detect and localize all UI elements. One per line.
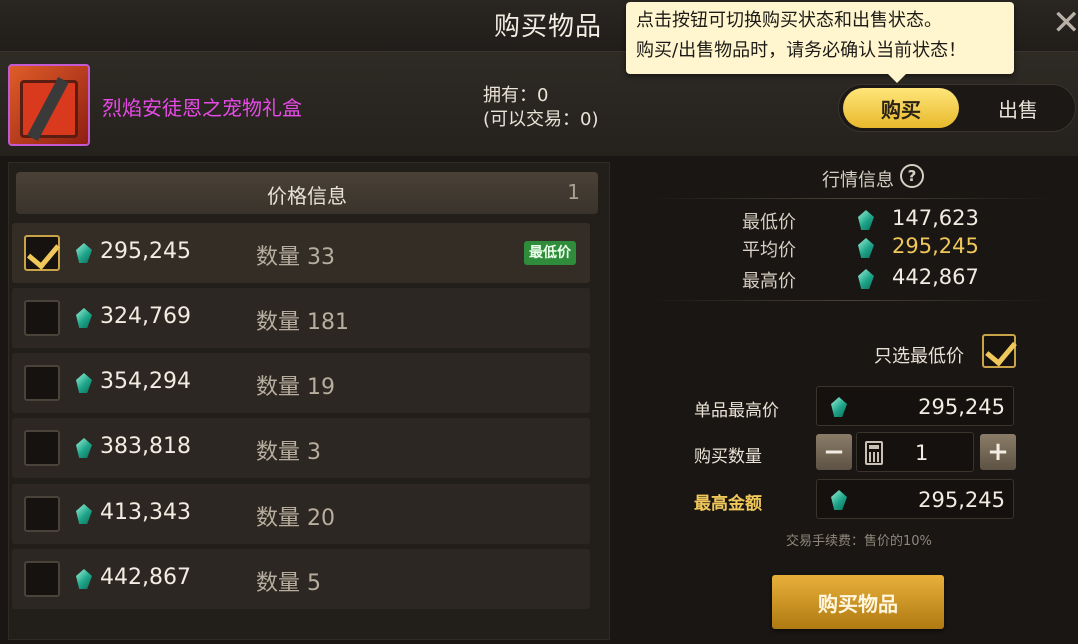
only-lowest-label: 只选最低价 [874, 346, 964, 367]
listing-price: 413,343 [100, 500, 191, 525]
listing-row[interactable]: 295,245 数量 33 最低价 [12, 223, 590, 283]
gem-icon [858, 269, 874, 289]
listing-row[interactable]: 383,818 数量 3 [12, 418, 590, 478]
listing-price: 383,818 [100, 434, 191, 459]
listing-row[interactable]: 354,294 数量 19 [12, 353, 590, 413]
min-price-value: 147,623 [892, 206, 979, 230]
unit-max-price-label: 单品最高价 [694, 401, 779, 421]
gem-icon [76, 438, 92, 458]
avg-price-value: 295,245 [892, 234, 979, 258]
listing-qty: 数量 19 [256, 375, 335, 400]
max-price-label: 最高价 [742, 271, 796, 292]
window-title: 购买物品 [494, 12, 603, 42]
owned-label: 拥有：0 [483, 85, 549, 106]
tooltip-line-1: 点击按钮可切换购买状态和出售状态。 [636, 10, 942, 31]
gem-icon [858, 238, 874, 258]
listing-qty: 数量 33 [256, 245, 335, 270]
price-list-title: 价格信息 [267, 184, 347, 208]
listing-qty: 数量 20 [256, 506, 335, 531]
gem-icon [76, 373, 92, 393]
listing-checkbox[interactable] [24, 561, 60, 597]
unit-max-price-value: 295,245 [918, 395, 1005, 419]
divider [648, 300, 1054, 301]
quantity-plus-button[interactable]: + [980, 434, 1016, 470]
close-icon[interactable]: ✕ [1052, 6, 1078, 40]
buy-mode-button[interactable]: 购买 [843, 88, 959, 128]
listing-qty: 数量 181 [256, 310, 349, 335]
gem-icon [76, 308, 92, 328]
price-list-header: 价格信息 1 [16, 172, 598, 214]
gem-icon [76, 504, 92, 524]
quantity-minus-button[interactable]: − [816, 434, 852, 470]
listing-checkbox[interactable] [24, 496, 60, 532]
gem-icon [76, 569, 92, 589]
page-number: 1 [567, 180, 580, 204]
market-info-title: 行情信息 [822, 170, 894, 191]
quantity-label: 购买数量 [694, 447, 762, 467]
quantity-field[interactable]: 1 [856, 432, 974, 472]
sell-mode-button[interactable]: 出售 [963, 88, 1073, 128]
lowest-price-badge: 最低价 [524, 241, 576, 265]
buy-sell-toggle: 购买 出售 [838, 84, 1076, 132]
quantity-value: 1 [915, 441, 929, 465]
total-max-field: 295,245 [816, 479, 1014, 519]
help-icon[interactable]: ? [900, 164, 924, 188]
avg-price-label: 平均价 [742, 240, 796, 261]
fee-note: 交易手续费：售价的10% [786, 534, 932, 549]
min-price-label: 最低价 [742, 212, 796, 233]
item-icon[interactable] [8, 64, 90, 146]
total-max-label: 最高金额 [694, 494, 762, 514]
tradable-label: (可以交易：0) [483, 109, 599, 130]
total-max-value: 295,245 [918, 488, 1005, 512]
mode-tooltip: 点击按钮可切换购买状态和出售状态。 购买/出售物品时，请务必确认当前状态！ [626, 2, 1014, 83]
calculator-icon[interactable] [865, 441, 883, 465]
listing-row[interactable]: 324,769 数量 181 [12, 288, 590, 348]
listing-checkbox[interactable] [24, 235, 60, 271]
tooltip-line-2: 购买/出售物品时，请务必确认当前状态！ [636, 40, 967, 61]
listing-row[interactable]: 442,867 数量 5 [12, 549, 590, 609]
listing-checkbox[interactable] [24, 430, 60, 466]
only-lowest-checkbox[interactable] [982, 334, 1016, 368]
divider [648, 198, 1054, 199]
max-price-value: 442,867 [892, 265, 979, 289]
gem-icon [76, 243, 92, 263]
owned-count: 拥有：0 (可以交易：0) [483, 84, 599, 132]
listing-checkbox[interactable] [24, 300, 60, 336]
listing-price: 354,294 [100, 369, 191, 394]
gem-icon [858, 210, 874, 230]
listing-qty: 数量 3 [256, 440, 321, 465]
listing-price: 442,867 [100, 565, 191, 590]
listing-price: 324,769 [100, 304, 191, 329]
buy-item-button[interactable]: 购买物品 [772, 575, 944, 629]
gem-icon [831, 490, 847, 510]
item-name: 烈焰安徒恩之宠物礼盒 [102, 96, 302, 120]
listing-checkbox[interactable] [24, 365, 60, 401]
listing-qty: 数量 5 [256, 571, 321, 596]
listing-price: 295,245 [100, 239, 191, 264]
listing-row[interactable]: 413,343 数量 20 [12, 484, 590, 544]
gem-icon [831, 397, 847, 417]
unit-max-price-field[interactable]: 295,245 [816, 386, 1014, 426]
